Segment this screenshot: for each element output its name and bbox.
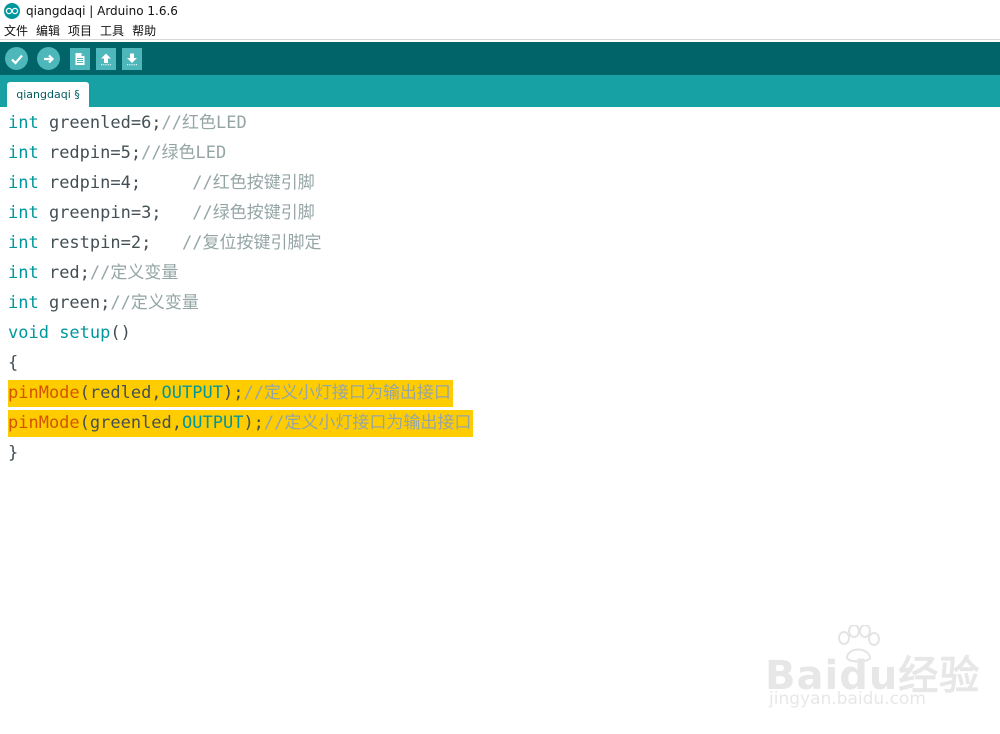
code-text: (greenled,	[79, 413, 183, 433]
code-text: {	[8, 353, 19, 373]
menu-file[interactable]: 文件	[4, 22, 28, 39]
code-keyword: int	[8, 173, 39, 193]
code-text: red;	[38, 263, 90, 283]
code-comment: //定义变量	[110, 293, 199, 313]
code-keyword: int	[8, 233, 39, 253]
code-text: greenpin=3;	[38, 203, 193, 223]
code-keyword: void	[8, 323, 49, 343]
arrow-up-icon	[101, 53, 111, 65]
code-line: {	[8, 350, 18, 377]
code-line: int greenled=6;//红色LED	[8, 110, 247, 137]
code-constant: OUTPUT	[161, 383, 223, 403]
menu-bar: 文件 编辑 项目 工具 帮助	[0, 22, 1000, 40]
check-icon	[10, 54, 23, 65]
code-line-highlighted: pinMode(greenled,OUTPUT);//定义小灯接口为输出接口	[8, 410, 474, 437]
arrow-right-icon	[43, 54, 54, 63]
code-keyword: int	[8, 293, 39, 313]
code-comment: //绿色LED	[141, 143, 227, 163]
code-text: greenled=6;	[38, 113, 162, 133]
arrow-down-icon	[127, 53, 137, 65]
code-comment: //定义变量	[89, 263, 179, 283]
code-constant: OUTPUT	[182, 413, 244, 433]
document-icon	[75, 52, 85, 65]
code-keyword: int	[8, 113, 39, 133]
menu-help[interactable]: 帮助	[132, 22, 156, 39]
code-comment: //定义小灯接口为输出接口	[243, 383, 451, 403]
code-text: redpin=5;	[38, 143, 142, 163]
code-comment: //红色按键引脚	[192, 173, 315, 193]
tab-qiangdaqi[interactable]: qiangdaqi §	[7, 82, 89, 107]
code-line: void setup()	[8, 320, 131, 347]
code-keyword: int	[8, 203, 39, 223]
code-comment: //复位按键引脚定	[182, 233, 322, 253]
new-sketch-button[interactable]	[70, 47, 90, 70]
code-line: int red;//定义变量	[8, 260, 178, 287]
code-text: redpin=4;	[38, 173, 193, 193]
title-bar: qiangdaqi | Arduino 1.6.6	[0, 0, 1000, 22]
code-comment: //绿色按键引脚	[192, 203, 315, 223]
watermark-url: jingyan.baidu.com	[769, 689, 926, 709]
code-line: int greenpin=3; //绿色按键引脚	[8, 200, 315, 227]
code-comment: //红色LED	[161, 113, 247, 133]
upload-button[interactable]	[37, 47, 60, 70]
code-text: ()	[110, 323, 131, 343]
code-text: );	[222, 383, 244, 403]
verify-button[interactable]	[5, 47, 28, 70]
code-comment: //定义小灯接口为输出接口	[263, 413, 472, 433]
tab-strip: qiangdaqi §	[0, 75, 1000, 107]
tab-label: qiangdaqi §	[16, 88, 80, 101]
code-function: pinMode	[8, 413, 80, 433]
code-keyword: int	[8, 143, 39, 163]
code-line: int redpin=4; //红色按键引脚	[8, 170, 315, 197]
open-button[interactable]	[96, 47, 116, 70]
toolbar	[0, 42, 1000, 75]
menu-edit[interactable]: 编辑	[36, 22, 60, 39]
code-function: setup	[48, 323, 111, 343]
code-line: int green;//定义变量	[8, 290, 199, 317]
code-function: pinMode	[8, 383, 80, 403]
code-line: }	[8, 440, 18, 467]
code-line: int redpin=5;//绿色LED	[8, 140, 226, 167]
save-button[interactable]	[122, 47, 142, 70]
menu-tools[interactable]: 工具	[100, 22, 124, 39]
arduino-logo-icon	[4, 3, 20, 19]
code-line-highlighted: pinMode(redled,OUTPUT);//定义小灯接口为输出接口	[8, 380, 453, 407]
code-text: );	[243, 413, 264, 433]
code-line: int restpin=2; //复位按键引脚定	[8, 230, 322, 257]
code-keyword: int	[8, 263, 39, 283]
code-text: restpin=2;	[38, 233, 183, 253]
code-text: }	[8, 443, 19, 463]
code-text: green;	[38, 293, 111, 313]
baidu-watermark: Baidu经验 jingyan.baidu.com	[765, 625, 979, 715]
menu-sketch[interactable]: 项目	[68, 22, 92, 39]
code-text: (redled,	[79, 383, 162, 403]
window-title: qiangdaqi | Arduino 1.6.6	[26, 4, 178, 18]
